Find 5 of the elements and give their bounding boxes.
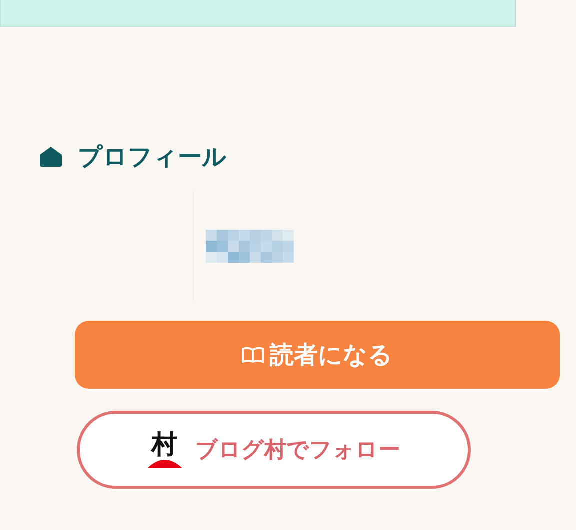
section-title: プロフィール bbox=[78, 142, 227, 173]
village-logo: 村 bbox=[148, 432, 182, 468]
follow-button[interactable]: 村 ブログ村でフォロー bbox=[77, 411, 471, 489]
home-icon bbox=[40, 147, 62, 167]
book-icon bbox=[242, 347, 264, 363]
